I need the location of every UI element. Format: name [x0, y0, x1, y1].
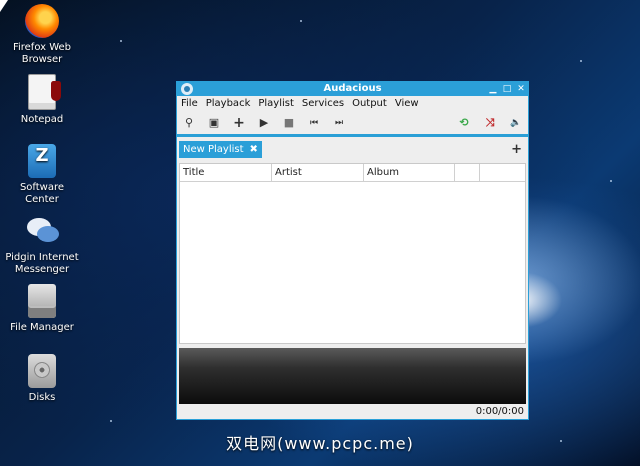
file-manager-icon: [28, 284, 56, 318]
desktop-icon-file-manager[interactable]: File Manager: [2, 284, 82, 334]
desktop-icon-label: Center: [25, 194, 59, 205]
volume-icon[interactable]: 🔈: [508, 115, 524, 131]
window-title: Audacious: [323, 83, 382, 94]
close-button[interactable]: ✕: [516, 84, 526, 94]
tab-label: New Playlist: [183, 144, 244, 155]
star: [120, 40, 122, 42]
menu-services[interactable]: Services: [302, 96, 344, 112]
desktop-icon-firefox[interactable]: Firefox Web Browser: [2, 4, 82, 66]
menu-playlist[interactable]: Playlist: [258, 96, 294, 112]
firefox-icon: [25, 4, 59, 38]
desktop-icon-label: Firefox Web: [12, 42, 72, 53]
desktop-icon-label: Pidgin Internet: [5, 252, 79, 263]
desktop-icon-pidgin[interactable]: Pidgin Internet Messenger: [2, 214, 82, 276]
menu-playback[interactable]: Playback: [206, 96, 251, 112]
toolbar-separator: [177, 134, 528, 137]
star: [580, 60, 582, 62]
add-files-icon[interactable]: +: [231, 115, 247, 131]
desktop-icon-label: Disks: [28, 392, 56, 403]
desktop-icon-label: Messenger: [14, 264, 70, 275]
watermark-text: 双电网(www.pcpc.me): [226, 434, 414, 453]
column-title[interactable]: Title: [180, 164, 272, 181]
notepad-icon: [28, 74, 61, 110]
window-titlebar[interactable]: Audacious ▁ □ ✕: [177, 82, 528, 96]
stop-icon[interactable]: ■: [281, 115, 297, 131]
desktop-icon-notepad[interactable]: Notepad: [2, 74, 82, 126]
visualizer-area: [179, 348, 526, 404]
column-extra[interactable]: [455, 164, 480, 181]
menu-file[interactable]: File: [181, 96, 198, 112]
star: [610, 180, 612, 182]
playlist-tabs: New Playlist ✖ +: [177, 139, 528, 159]
desktop-icon-disks[interactable]: Disks: [2, 354, 82, 404]
repeat-icon[interactable]: ⟲: [456, 115, 472, 131]
menu-view[interactable]: View: [395, 96, 419, 112]
open-files-icon[interactable]: ▣: [206, 115, 222, 131]
desktop-icon-label: File Manager: [10, 322, 74, 333]
star: [110, 420, 112, 422]
software-center-icon: [28, 144, 56, 178]
search-icon[interactable]: ⚲: [181, 115, 197, 131]
minimize-button[interactable]: ▁: [488, 84, 498, 94]
close-tab-icon[interactable]: ✖: [250, 141, 258, 158]
disks-icon: [28, 354, 56, 388]
shuffle-icon[interactable]: ⤨: [482, 115, 498, 131]
tab-new-playlist[interactable]: New Playlist ✖: [179, 141, 262, 158]
menu-output[interactable]: Output: [352, 96, 387, 112]
playlist-header: Title Artist Album: [180, 164, 525, 182]
desktop-icon-label: Notepad: [20, 114, 64, 125]
next-icon[interactable]: ⏭: [331, 115, 347, 131]
audacious-window: Audacious ▁ □ ✕ File Playback Playlist S…: [176, 81, 529, 420]
toolbar: ⚲ ▣ + ▶ ■ ⏮ ⏭ ⟲ ⤨ 🔈: [177, 112, 528, 134]
column-album[interactable]: Album: [364, 164, 455, 181]
desktop-icon-label: Browser: [21, 54, 63, 65]
column-artist[interactable]: Artist: [272, 164, 364, 181]
menubar: File Playback Playlist Services Output V…: [177, 96, 528, 112]
desktop-icon-label: Software: [19, 182, 65, 193]
playlist-view[interactable]: Title Artist Album: [179, 163, 526, 344]
add-playlist-icon[interactable]: +: [511, 142, 522, 157]
pidgin-icon: [25, 214, 59, 248]
star: [300, 20, 302, 22]
previous-icon[interactable]: ⏮: [306, 115, 322, 131]
time-display: 0:00/0:00: [475, 406, 524, 417]
play-icon[interactable]: ▶: [256, 115, 272, 131]
maximize-button[interactable]: □: [502, 84, 512, 94]
desktop-icon-software-center[interactable]: Software Center: [2, 144, 82, 206]
